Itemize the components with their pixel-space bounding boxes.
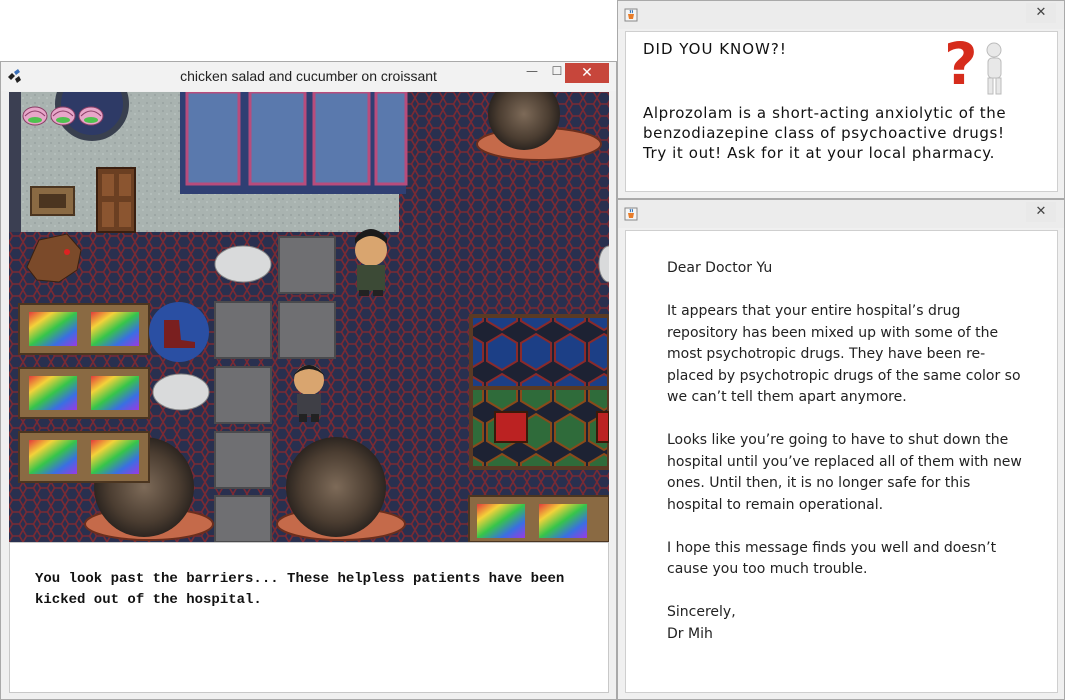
title-bar[interactable]: ✕ [618, 200, 1064, 228]
fact-heading: DID YOU KNOW?! [643, 40, 787, 58]
title-bar[interactable]: ✕ [618, 1, 1064, 29]
letter-closing: Sincerely, [667, 604, 736, 620]
brain-icon [50, 106, 76, 126]
fact-popup-window: ✕ DID YOU KNOW?! ? Alprozolam is a short… [617, 0, 1065, 199]
brain-icon [22, 106, 48, 126]
game-message: You look past the barriers... These help… [35, 571, 565, 608]
title-bar[interactable]: chicken salad and cucumber on croissant … [1, 62, 616, 91]
letter-paragraph: Looks like you’re going to have to shut … [667, 432, 1022, 513]
letter-signature: Dr Mih [667, 625, 713, 642]
game-viewport[interactable] [9, 92, 609, 542]
close-button[interactable]: ✕ [1026, 202, 1056, 222]
svg-text:?: ? [944, 34, 978, 98]
game-window: chicken salad and cucumber on croissant … [0, 61, 617, 700]
letter-paragraph: I hope this message finds you well and d… [667, 539, 997, 578]
letter-body: Dear Doctor Yu It appears that your enti… [625, 230, 1058, 693]
hex-counter [469, 314, 609, 470]
message-box: You look past the barriers... These help… [9, 542, 609, 693]
fact-body: DID YOU KNOW?! ? Alprozolam is a short-a… [625, 31, 1058, 192]
close-button[interactable]: ✕ [565, 63, 609, 83]
letter-popup-window: ✕ Dear Doctor Yu It appears that your en… [617, 199, 1065, 700]
fact-text: Alprozolam is a short-acting anxiolytic … [643, 104, 1007, 162]
game-scene[interactable] [9, 92, 609, 542]
boots-icon[interactable] [149, 302, 209, 362]
close-button[interactable]: ✕ [1026, 3, 1056, 23]
letter-text: Dear Doctor Yu It appears that your enti… [667, 258, 1027, 645]
java-cup-icon [624, 207, 638, 221]
letter-salutation: Dear Doctor Yu [667, 260, 773, 276]
minimize-button[interactable]: — [519, 64, 545, 84]
brain-icon [78, 106, 104, 126]
question-person-icon: ? [944, 34, 1002, 98]
java-cup-icon [624, 8, 638, 22]
letter-paragraph: It appears that your entire hospital’s d… [667, 303, 1021, 405]
